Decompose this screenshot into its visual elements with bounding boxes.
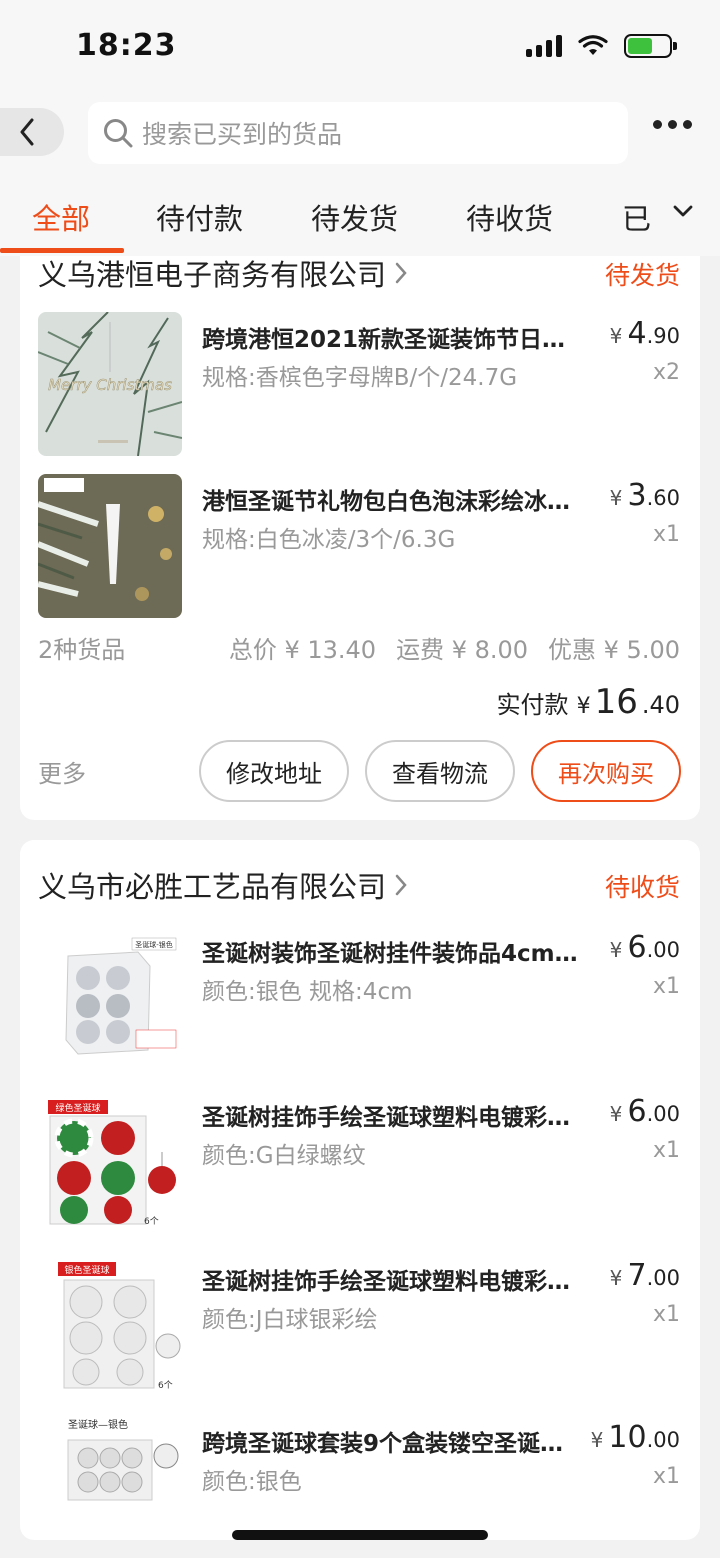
product-spec: 颜色:G白绿螺纹 xyxy=(202,1143,366,1169)
search-icon xyxy=(104,119,133,148)
product-thumbnail[interactable]: Merry Christmas xyxy=(38,312,182,456)
thumb-label: 圣诞球—银色 xyxy=(68,1418,128,1431)
product-title[interactable]: 跨境圣诞球套装9个盒装镂空圣诞球挂件 xyxy=(202,1424,582,1458)
chevron-right-icon xyxy=(395,874,407,896)
order-item[interactable]: 绿色圣诞球 6个 圣诞树挂饰手绘圣诞球塑料电镀彩绘球 颜色:G白绿螺纹 ¥ 6.… xyxy=(20,1090,700,1236)
more-options-icon[interactable] xyxy=(653,120,692,129)
product-thumbnail[interactable]: 银色圣诞球 6个 xyxy=(38,1254,182,1398)
tab-pending-receipt[interactable]: 待收货 xyxy=(466,196,553,238)
order-item[interactable]: 银色圣诞球 6个 圣诞树挂饰手绘圣诞球塑料电镀彩绘球 颜色:J白球银彩绘 ¥ 7… xyxy=(20,1254,700,1400)
search-input[interactable]: 搜索已买到的货品 xyxy=(88,102,628,164)
tab-all[interactable]: 全部 xyxy=(32,196,90,238)
order-item[interactable]: 港恒圣诞节礼物包白色泡沫彩绘冰凌挂件 规格:白色冰凌/3个/6.3G ¥ 3.6… xyxy=(20,474,700,620)
svg-text:6个: 6个 xyxy=(158,1380,173,1391)
product-price: ¥ 6.00 xyxy=(609,930,680,965)
header: 搜索已买到的货品 xyxy=(0,90,720,176)
product-price: ¥ 7.00 xyxy=(609,1258,680,1293)
status-time: 18:23 xyxy=(76,28,177,63)
product-thumbnail[interactable]: 圣诞球-银色 xyxy=(38,926,182,1070)
tab-pending-payment[interactable]: 待付款 xyxy=(156,196,243,238)
shop-name-label: 义乌市必胜工艺品有限公司 xyxy=(38,870,387,904)
product-title[interactable]: 圣诞树挂饰手绘圣诞球塑料电镀彩绘球 xyxy=(202,1262,582,1296)
product-quantity: x1 xyxy=(652,1302,680,1327)
view-logistics-button[interactable]: 查看物流 xyxy=(365,740,515,802)
amount-paid-integer: 16 xyxy=(594,682,638,722)
buy-again-button[interactable]: 再次购买 xyxy=(531,740,681,802)
product-spec: 规格:香槟色字母牌B/个/24.7G xyxy=(202,365,518,391)
modify-address-button[interactable]: 修改地址 xyxy=(199,740,349,802)
chevron-left-icon xyxy=(20,118,34,146)
thumb-label: 绿色圣诞球 xyxy=(55,1102,100,1114)
battery-icon xyxy=(624,34,677,58)
amount-paid-label: 实付款 xyxy=(496,691,569,719)
product-spec: 规格:白色冰凌/3个/6.3G xyxy=(202,527,456,553)
wifi-icon xyxy=(578,35,608,55)
thumb-label: 银色圣诞球 xyxy=(64,1264,109,1276)
order-card[interactable]: 义乌市必胜工艺品有限公司 待收货 圣诞球-银色 圣诞树装饰圣诞树挂件装饰品4cm… xyxy=(20,840,700,1540)
thumb-label: 圣诞球-银色 xyxy=(135,940,173,949)
thumb-label: Merry Christmas xyxy=(48,376,172,394)
status-icons xyxy=(526,34,677,58)
product-quantity: x2 xyxy=(652,360,680,385)
product-quantity: x1 xyxy=(652,974,680,999)
back-button[interactable] xyxy=(0,108,64,156)
svg-text:6个: 6个 xyxy=(144,1216,159,1227)
order-status: 待发货 xyxy=(604,261,680,290)
product-title[interactable]: 圣诞树装饰圣诞树挂件装饰品4cm电镀球 xyxy=(202,934,582,968)
product-quantity: x1 xyxy=(652,522,680,547)
more-link[interactable]: 更多 xyxy=(38,754,86,789)
total-price: 总价 ¥ 13.40 xyxy=(228,636,377,664)
chevron-right-icon xyxy=(395,262,407,284)
order-item[interactable]: 圣诞球—银色 跨境圣诞球套装9个盒装镂空圣诞球挂件 颜色:银色 ¥ 10.00 … xyxy=(20,1416,700,1540)
home-indicator xyxy=(232,1530,488,1540)
order-summary: 2种货品 总价 ¥ 13.40 运费 ¥ 8.00 优惠 ¥ 5.00 xyxy=(38,630,680,665)
amount-paid-decimal: .40 xyxy=(641,691,680,719)
item-count: 2种货品 xyxy=(38,636,126,664)
chevron-down-icon[interactable] xyxy=(672,204,694,218)
product-price: ¥ 10.00 xyxy=(590,1420,680,1455)
product-price: ¥ 6.00 xyxy=(609,1094,680,1129)
signal-icon xyxy=(526,35,562,57)
product-thumbnail[interactable]: 绿色圣诞球 6个 xyxy=(38,1090,182,1234)
product-spec: 颜色:J白球银彩绘 xyxy=(202,1307,378,1333)
product-price: ¥ 4.90 xyxy=(609,316,680,351)
product-thumbnail[interactable] xyxy=(38,474,182,618)
tab-pending-shipment[interactable]: 待发货 xyxy=(311,196,398,238)
shipping-fee: 运费 ¥ 8.00 xyxy=(396,636,529,664)
amount-paid: 实付款 ¥ 16.40 xyxy=(496,682,680,722)
shop-name-label: 义乌港恒电子商务有限公司 xyxy=(38,258,387,292)
search-placeholder: 搜索已买到的货品 xyxy=(142,120,343,149)
order-status: 待收货 xyxy=(604,873,680,902)
tab-completed[interactable]: 已 xyxy=(622,196,651,238)
shop-name[interactable]: 义乌港恒电子商务有限公司 xyxy=(38,256,408,294)
order-item[interactable]: 圣诞球-银色 圣诞树装饰圣诞树挂件装饰品4cm电镀球 颜色:银色 规格:4cm … xyxy=(20,926,700,1072)
product-title[interactable]: 跨境港恒2021新款圣诞装饰节日字母牌 xyxy=(202,320,582,354)
order-card[interactable]: 义乌港恒电子商务有限公司 待发货 Merry Christmas 跨境港恒202… xyxy=(20,256,700,820)
order-tabs: 全部 待付款 待发货 待收货 已 xyxy=(0,176,720,256)
product-quantity: x1 xyxy=(652,1464,680,1489)
product-spec: 颜色:银色 xyxy=(202,1469,302,1495)
product-price: ¥ 3.60 xyxy=(609,478,680,513)
shop-name[interactable]: 义乌市必胜工艺品有限公司 xyxy=(38,864,408,906)
product-title[interactable]: 港恒圣诞节礼物包白色泡沫彩绘冰凌挂件 xyxy=(202,482,582,516)
product-quantity: x1 xyxy=(652,1138,680,1163)
status-bar: 18:23 xyxy=(0,0,720,90)
product-spec: 颜色:银色 规格:4cm xyxy=(202,979,413,1005)
discount: 优惠 ¥ 5.00 xyxy=(548,636,680,664)
product-title[interactable]: 圣诞树挂饰手绘圣诞球塑料电镀彩绘球 xyxy=(202,1098,582,1132)
active-tab-indicator xyxy=(0,248,124,253)
order-item[interactable]: Merry Christmas 跨境港恒2021新款圣诞装饰节日字母牌 规格:香… xyxy=(20,312,700,458)
product-thumbnail[interactable]: 圣诞球—银色 xyxy=(38,1416,182,1540)
